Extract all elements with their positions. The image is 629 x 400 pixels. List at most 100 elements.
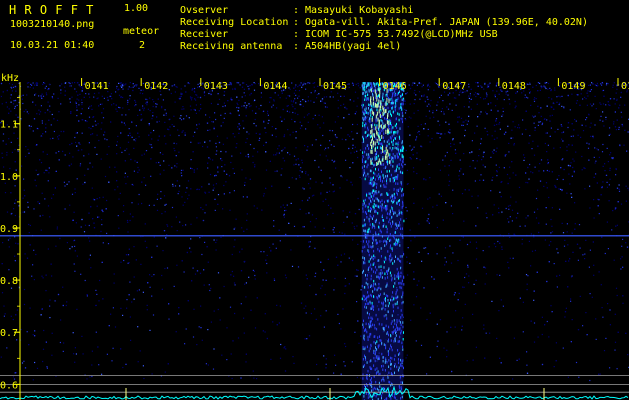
noise-dot — [151, 256, 153, 258]
noise-dot — [69, 152, 71, 154]
noise-dot — [525, 110, 527, 112]
event-streak — [379, 385, 381, 388]
noise-dot — [525, 172, 527, 174]
noise-dot — [59, 85, 61, 87]
noise-dot — [534, 166, 536, 168]
noise-dot — [271, 185, 273, 187]
noise-dot — [245, 155, 247, 157]
noise-dot — [511, 220, 513, 222]
noise-dot — [545, 182, 548, 184]
noise-dot — [263, 195, 265, 197]
noise-dot — [284, 210, 286, 212]
noise-dot — [573, 129, 575, 131]
noise-dot — [1, 263, 3, 265]
noise-dot — [104, 138, 106, 140]
event-streak — [368, 240, 370, 243]
noise-dot — [295, 84, 297, 86]
noise-dot — [110, 121, 112, 123]
noise-dot — [443, 113, 445, 115]
event-streak — [398, 163, 400, 166]
noise-dot — [164, 109, 166, 111]
event-streak — [361, 166, 363, 169]
noise-dot — [438, 193, 440, 195]
noise-dot — [357, 320, 359, 322]
noise-dot — [325, 367, 327, 369]
noise-dot — [57, 136, 59, 138]
noise-dot — [479, 97, 482, 99]
noise-dot — [432, 112, 434, 114]
noise-dot — [332, 96, 334, 98]
noise-dot — [569, 165, 571, 167]
noise-dot — [314, 90, 316, 92]
noise-dot — [101, 219, 103, 221]
noise-dot — [528, 178, 530, 180]
noise-dot — [195, 99, 197, 101]
noise-dot — [223, 184, 225, 187]
noise-dot — [599, 373, 601, 375]
noise-dot — [204, 241, 206, 243]
noise-dot — [135, 138, 137, 140]
noise-dot — [562, 131, 565, 133]
noise-dot — [613, 82, 615, 84]
noise-dot — [196, 124, 198, 126]
noise-dot — [156, 198, 158, 200]
noise-dot — [77, 82, 79, 84]
noise-dot — [293, 164, 295, 166]
noise-dot — [93, 222, 95, 224]
noise-dot — [164, 267, 166, 270]
noise-dot — [28, 82, 30, 84]
noise-dot — [453, 143, 455, 145]
noise-dot — [498, 212, 500, 214]
event-streak — [389, 169, 390, 173]
noise-dot — [125, 114, 127, 116]
noise-dot — [600, 115, 602, 117]
event-streak — [365, 274, 366, 277]
noise-dot — [41, 192, 43, 194]
noise-dot — [468, 95, 470, 97]
noise-dot — [174, 101, 176, 103]
event-streak — [386, 160, 387, 164]
noise-dot — [425, 115, 427, 117]
noise-dot — [134, 140, 137, 142]
event-streak — [385, 165, 387, 169]
noise-dot — [309, 82, 311, 84]
noise-dot — [179, 221, 181, 223]
noise-dot — [586, 142, 588, 144]
noise-dot — [548, 244, 550, 246]
info-observer: Ovserver: Masayuki Kobayashi — [180, 5, 413, 16]
noise-dot — [135, 104, 137, 106]
noise-dot — [485, 332, 487, 334]
noise-dot — [225, 181, 227, 183]
noise-dot — [615, 225, 617, 227]
noise-dot — [8, 269, 10, 271]
noise-dot — [482, 164, 484, 166]
noise-dot — [1, 152, 3, 154]
noise-dot — [553, 263, 555, 265]
noise-dot — [200, 108, 202, 110]
noise-dot — [594, 84, 596, 86]
noise-dot — [200, 207, 202, 209]
noise-dot — [246, 131, 248, 133]
noise-dot — [449, 245, 451, 247]
noise-dot — [508, 267, 510, 269]
noise-dot — [499, 128, 501, 130]
noise-dot — [550, 232, 552, 234]
noise-dot — [439, 132, 441, 134]
noise-dot — [616, 294, 618, 297]
noise-dot — [54, 300, 56, 302]
noise-dot — [571, 123, 573, 125]
noise-dot — [27, 86, 29, 88]
noise-dot — [32, 379, 34, 381]
noise-dot — [192, 267, 194, 269]
noise-dot — [200, 327, 202, 329]
event-streak — [383, 163, 385, 166]
noise-dot — [609, 98, 612, 100]
noise-dot — [137, 326, 139, 328]
event-streak — [374, 84, 376, 88]
noise-dot — [139, 109, 141, 111]
noise-dot — [477, 82, 479, 84]
noise-dot — [620, 111, 622, 113]
noise-dot — [329, 177, 331, 179]
noise-dot — [592, 241, 594, 243]
event-streak — [396, 365, 398, 369]
